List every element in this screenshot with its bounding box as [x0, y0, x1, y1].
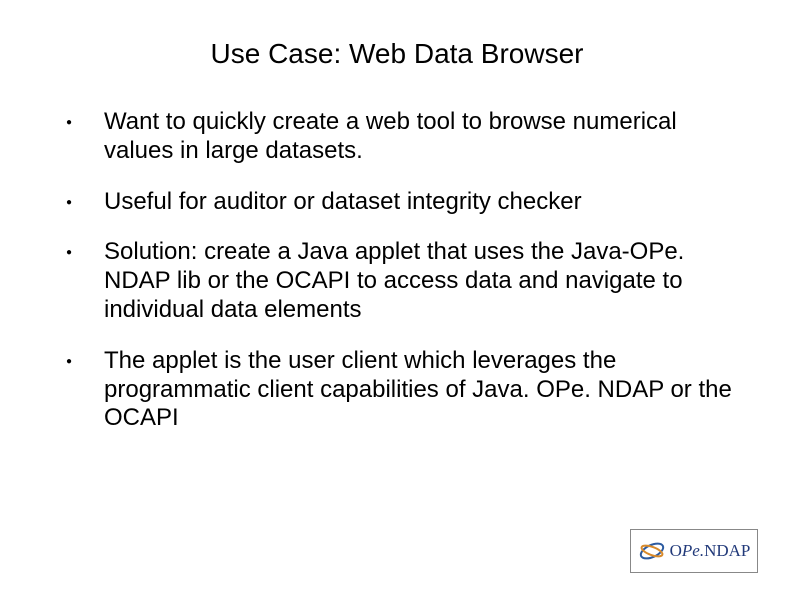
logo-text: OPe.NDAP — [670, 541, 751, 561]
swoosh-icon — [638, 536, 666, 566]
bullet-text: Want to quickly create a web tool to bro… — [104, 108, 677, 164]
list-item: Want to quickly create a web tool to bro… — [60, 108, 734, 166]
bullet-text: The applet is the user client which leve… — [104, 347, 732, 432]
list-item: Solution: create a Java applet that uses… — [60, 238, 734, 324]
bullet-list: Want to quickly create a web tool to bro… — [60, 108, 734, 433]
logo-prefix: O — [670, 541, 682, 560]
opendap-logo: OPe.NDAP — [630, 529, 758, 573]
list-item: Useful for auditor or dataset integrity … — [60, 188, 734, 217]
slide: Use Case: Web Data Browser Want to quick… — [0, 0, 794, 595]
bullet-text: Solution: create a Java applet that uses… — [104, 238, 684, 323]
logo-suffix: NDAP — [704, 541, 750, 560]
slide-title: Use Case: Web Data Browser — [100, 38, 694, 70]
list-item: The applet is the user client which leve… — [60, 347, 734, 433]
bullet-text: Useful for auditor or dataset integrity … — [104, 188, 582, 215]
logo-italic: Pe. — [682, 541, 704, 560]
